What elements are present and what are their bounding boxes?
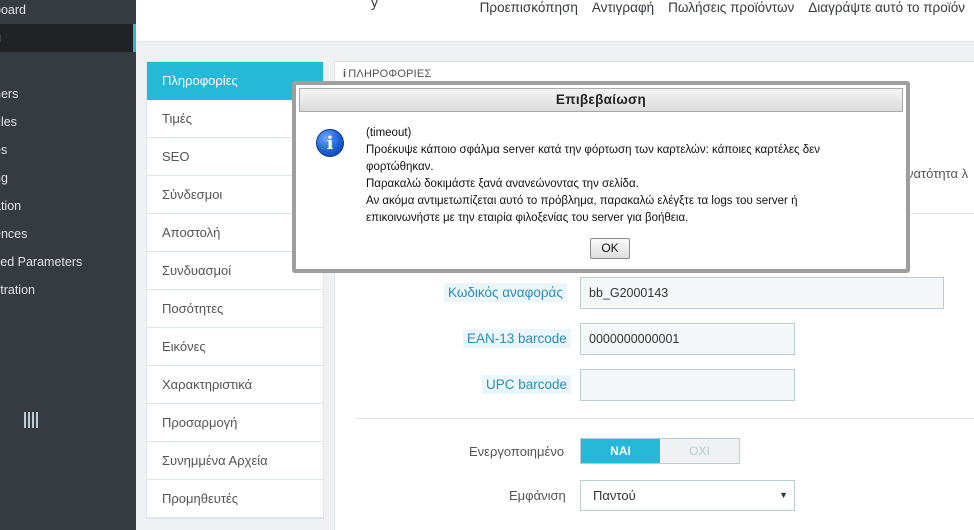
dialog-message: (timeout) Προέκυψε κάποιο σφάλμα server … [366,125,866,227]
enabled-toggle[interactable]: ΝΑΙ ΟΧΙ [580,438,740,464]
toggle-no[interactable]: ΟΧΙ [660,439,739,463]
enabled-label: Ενεργοποιημένο [469,444,565,459]
divider [355,418,974,419]
chevron-down-icon: ▼ [779,490,788,500]
sidebar-item-advanced-parameters[interactable]: ced Parameters [0,248,136,276]
sidebar-item-catalog[interactable]: g [0,24,136,52]
info-icon: i [343,68,347,80]
message-line: (timeout) [366,127,412,139]
ok-button[interactable]: OK [590,238,630,259]
barcode-icon[interactable] [24,412,38,428]
visibility-select[interactable]: Παντού ▼ [580,480,795,511]
panel-truncated-text: νατότητα λ [907,166,969,181]
tab-quantities[interactable]: Ποσότητες [147,290,323,328]
tab-features[interactable]: Χαρακτηριστικά [147,366,323,404]
sidebar-item-dashboard[interactable]: board [0,0,136,24]
tab-attachments[interactable]: Συνημμένα Αρχεία [147,442,323,480]
sidebar-item-themes[interactable]: es [0,136,136,164]
delete-product-link[interactable]: Διαγράψτε αυτό το προϊόν [808,0,965,16]
preview-link[interactable]: Προεπισκόπηση [480,0,578,16]
tab-suppliers[interactable]: Προμηθευτές [147,480,323,518]
product-sales-link[interactable]: Πωλήσεις προϊόντων [668,0,794,16]
header-actions: Προεπισκόπηση Αντιγραφή Πωλήσεις προϊόντ… [480,0,965,16]
message-line: Προέκυψε κάποιο σφάλμα server κατά την φ… [366,144,821,173]
visibility-label: Εμφάνιση [509,488,566,503]
upc-input[interactable] [580,369,795,401]
sidebar-item-shipping[interactable]: ng [0,164,136,192]
reference-input[interactable]: bb_G2000143 [580,277,944,309]
ean13-label: EAN-13 barcode [463,329,571,348]
sidebar-item-localization[interactable]: ation [0,192,136,220]
toggle-yes[interactable]: ΝΑΙ [581,439,660,463]
reference-label: Κωδικός αναφοράς [444,283,567,302]
page-title: y [371,0,378,10]
message-line: Αν ακόμα αντιμετωπίζεται αυτό το πρόβλημ… [366,195,798,224]
ean13-input[interactable]: 0000000000001 [580,323,795,355]
sidebar-item-partners[interactable]: ners [0,80,136,108]
sidebar-item-modules[interactable]: ules [0,108,136,136]
sidebar-item-preferences[interactable]: ences [0,220,136,248]
main-sidebar: board g ners ules es ng ation ences ced … [0,0,136,530]
info-icon: i [316,129,344,157]
dialog-title[interactable]: Επιβεβαίωση [299,88,903,112]
panel-heading: i ΠΛΗΡΟΦΟΡΙΕΣ [343,68,432,80]
confirmation-dialog: Επιβεβαίωση i (timeout) Προέκυψε κάποιο … [292,81,910,273]
top-header: y Προεπισκόπηση Αντιγραφή Πωλήσεις προϊό… [136,0,974,42]
duplicate-link[interactable]: Αντιγραφή [592,0,654,16]
tab-customization[interactable]: Προσαρμογή [147,404,323,442]
sidebar-item-administration[interactable]: stration [0,276,136,304]
message-line: Παρακαλώ δοκιμάστε ξανά ανανεώνοντας την… [366,178,639,190]
upc-label: UPC barcode [482,375,572,394]
tab-images[interactable]: Εικόνες [147,328,323,366]
